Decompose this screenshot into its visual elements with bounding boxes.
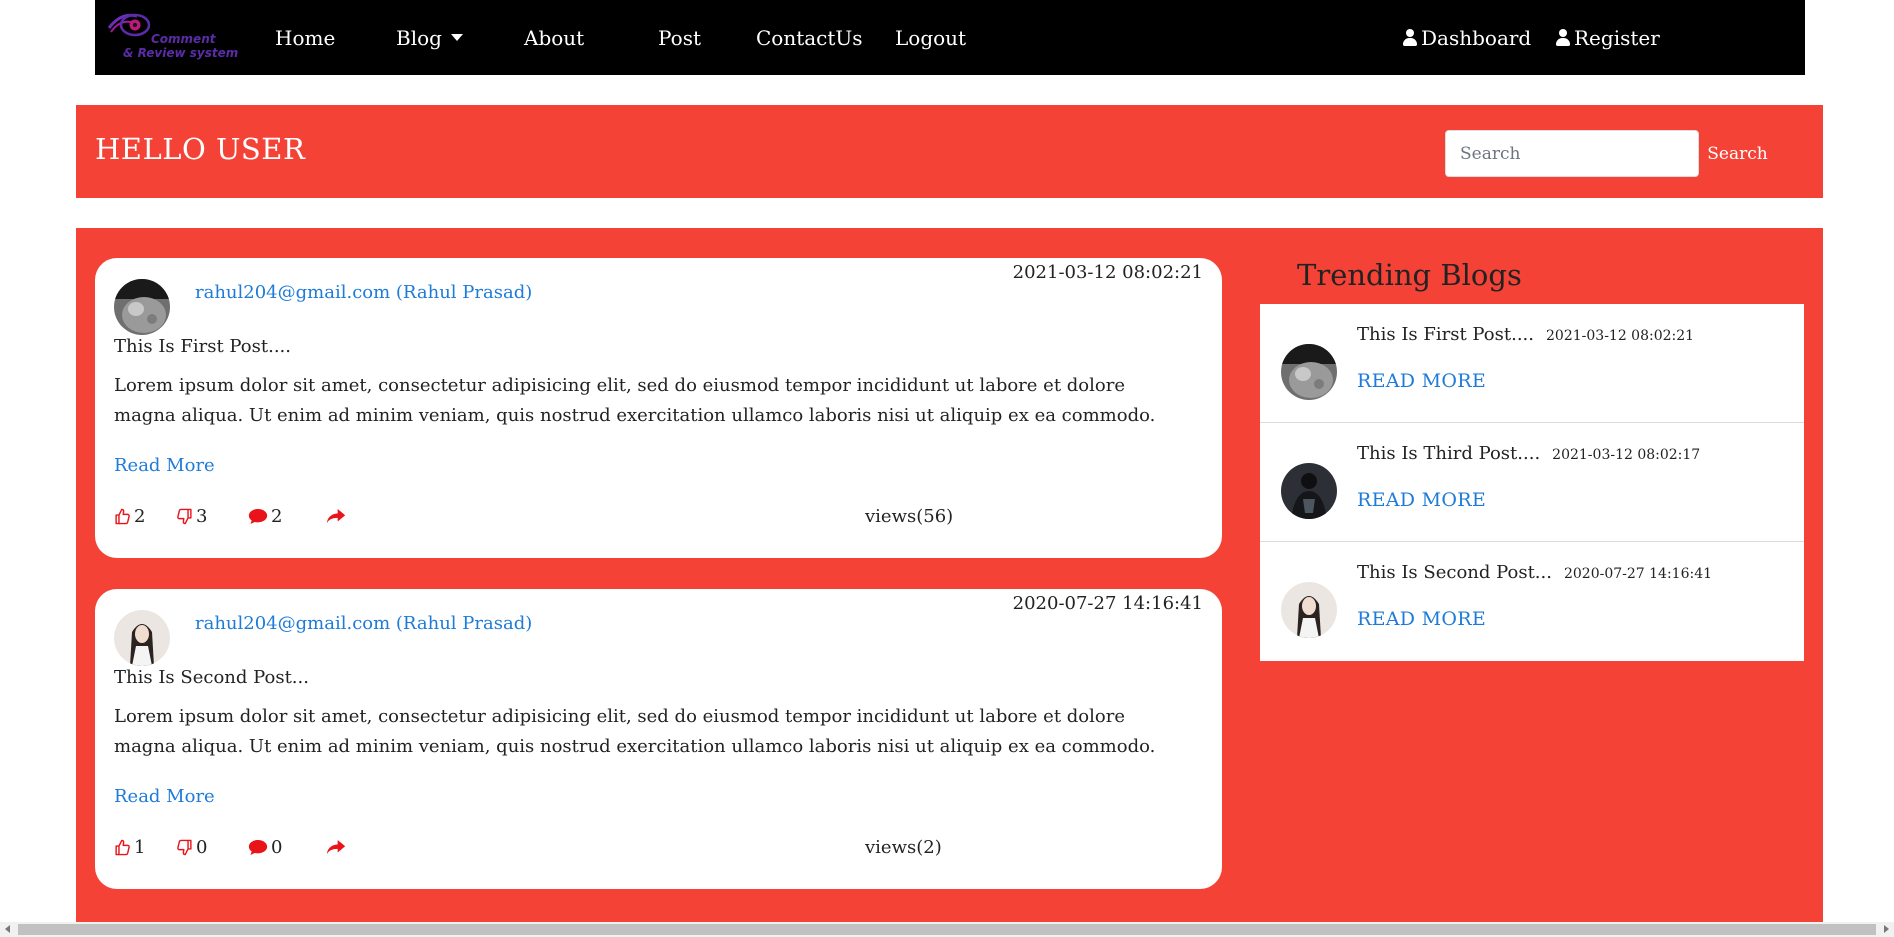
trending-title-text: This Is Third Post....	[1357, 443, 1541, 464]
nav-blog-dropdown[interactable]: Blog	[396, 26, 463, 50]
greeting-banner: HELLO USER Search	[76, 105, 1823, 198]
user-icon	[1556, 29, 1570, 46]
read-more-link[interactable]: Read More	[114, 455, 215, 476]
author-avatar	[114, 279, 170, 335]
post-body: Lorem ipsum dolor sit amet, consectetur …	[114, 375, 1156, 426]
scrollbar-thumb[interactable]	[18, 924, 1876, 935]
trending-date: 2021-03-12 08:02:17	[1552, 447, 1701, 463]
post-card: 2020-07-27 14:16:41 rahul204@gmail.com (…	[95, 589, 1222, 889]
comment-icon	[248, 840, 268, 855]
trending-item-title: This Is Third Post.... 2021-03-12 08:02:1…	[1357, 443, 1700, 464]
post-title: This Is Second Post...	[114, 667, 309, 688]
like-button[interactable]: 2	[114, 506, 145, 527]
search-input[interactable]	[1445, 130, 1699, 177]
user-icon	[1403, 29, 1417, 46]
comment-count: 0	[271, 837, 283, 858]
share-button[interactable]	[326, 506, 349, 527]
trending-avatar	[1281, 463, 1337, 519]
nav-register-label: Register	[1574, 26, 1660, 50]
post-author-link[interactable]: rahul204@gmail.com (Rahul Prasad)	[195, 613, 532, 634]
nav-about[interactable]: About	[524, 26, 584, 50]
post-title: This Is First Post....	[114, 336, 292, 357]
dislike-count: 3	[196, 506, 208, 527]
trending-date: 2020-07-27 14:16:41	[1563, 566, 1713, 582]
trending-avatar	[1281, 344, 1337, 400]
trending-item-title: This Is Second Post... 2020-07-27 14:16:4…	[1357, 562, 1712, 583]
trending-title-text: This Is Second Post...	[1357, 562, 1552, 583]
view-count: views(56)	[865, 506, 954, 527]
nav-register[interactable]: Register	[1556, 26, 1660, 50]
brand-logo[interactable]: Comment & Review system	[101, 8, 238, 66]
scroll-right-icon[interactable]	[1884, 925, 1889, 933]
brand-name-line2: & Review system	[123, 46, 239, 60]
trending-read-more-link[interactable]: READ MORE	[1357, 370, 1486, 392]
post-author-link[interactable]: rahul204@gmail.com (Rahul Prasad)	[195, 282, 532, 303]
trending-list: This Is First Post.... 2021-03-12 08:02:2…	[1260, 304, 1804, 661]
trending-read-more-link[interactable]: READ MORE	[1357, 608, 1486, 630]
nav-post[interactable]: Post	[658, 26, 701, 50]
post-card: 2021-03-12 08:02:21 rahul204@gmail.com (…	[95, 258, 1222, 558]
greeting-title: HELLO USER	[95, 132, 306, 166]
scroll-left-icon[interactable]	[5, 925, 10, 933]
trending-date: 2021-03-12 08:02:21	[1546, 328, 1695, 344]
horizontal-scrollbar[interactable]	[0, 922, 1894, 937]
comment-count: 2	[271, 506, 283, 527]
nav-dashboard[interactable]: Dashboard	[1403, 26, 1531, 50]
trending-item-title: This Is First Post.... 2021-03-12 08:02:2…	[1357, 324, 1694, 345]
post-date: 2021-03-12 08:02:21	[1012, 262, 1203, 283]
nav-home[interactable]: Home	[275, 26, 335, 50]
trending-title-text: This Is First Post....	[1357, 324, 1535, 345]
nav-contact[interactable]: ContactUs	[756, 26, 863, 50]
nav-logout[interactable]: Logout	[895, 26, 966, 50]
thumbs-up-icon	[115, 508, 130, 525]
view-count: views(2)	[865, 837, 942, 858]
dislike-button[interactable]: 0	[176, 837, 207, 858]
main-content: 2021-03-12 08:02:21 rahul204@gmail.com (…	[76, 228, 1823, 937]
top-navbar: Comment & Review system Home Blog About …	[95, 0, 1805, 75]
author-avatar	[114, 610, 170, 666]
trending-item: This Is Second Post... 2020-07-27 14:16:4…	[1260, 542, 1804, 661]
nav-blog-label: Blog	[396, 26, 442, 50]
trending-avatar	[1281, 582, 1337, 638]
search-button[interactable]: Search	[1693, 130, 1782, 177]
eye-logo-icon	[107, 13, 151, 37]
post-body: Lorem ipsum dolor sit amet, consectetur …	[114, 706, 1156, 757]
brand-name-line1: Comment	[151, 32, 216, 46]
thumbs-down-icon	[177, 508, 192, 525]
dislike-button[interactable]: 3	[176, 506, 207, 527]
share-icon	[326, 509, 346, 524]
dislike-count: 0	[196, 837, 208, 858]
trending-item: This Is Third Post.... 2021-03-12 08:02:1…	[1260, 423, 1804, 542]
comment-button[interactable]: 2	[248, 506, 282, 527]
thumbs-down-icon	[177, 839, 192, 856]
like-count: 1	[134, 837, 146, 858]
read-more-link[interactable]: Read More	[114, 786, 215, 807]
trending-title: Trending Blogs	[1297, 258, 1522, 292]
trending-item: This Is First Post.... 2021-03-12 08:02:2…	[1260, 304, 1804, 423]
comment-button[interactable]: 0	[248, 837, 282, 858]
chevron-down-icon	[450, 34, 463, 41]
nav-dashboard-label: Dashboard	[1421, 26, 1532, 50]
post-date: 2020-07-27 14:16:41	[1012, 593, 1203, 614]
share-icon	[326, 840, 346, 855]
thumbs-up-icon	[115, 839, 130, 856]
trending-read-more-link[interactable]: READ MORE	[1357, 489, 1486, 511]
like-button[interactable]: 1	[114, 837, 145, 858]
comment-icon	[248, 509, 268, 524]
share-button[interactable]	[326, 837, 349, 858]
like-count: 2	[134, 506, 146, 527]
